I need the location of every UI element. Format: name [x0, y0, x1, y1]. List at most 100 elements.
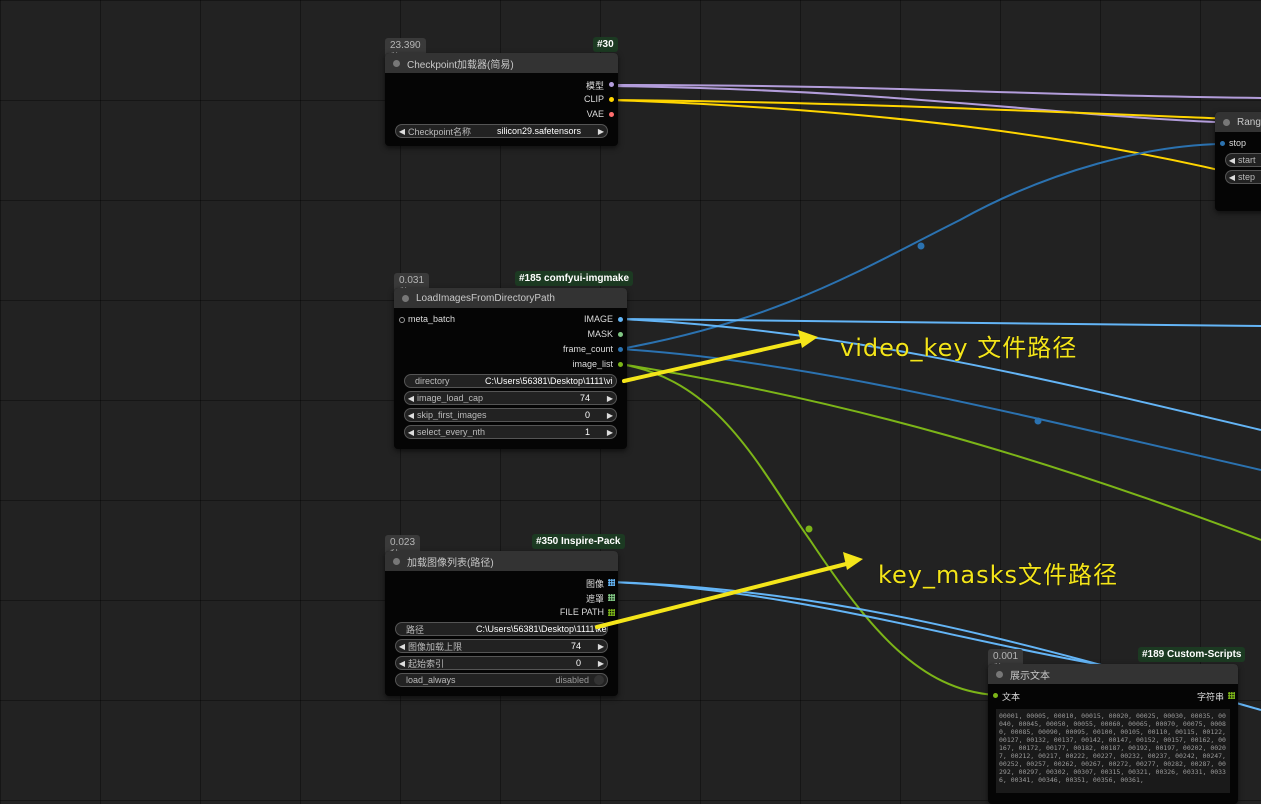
output-slot-icon[interactable]: [609, 97, 614, 102]
start-index-stepper[interactable]: ◀ 起始索引 0 ▶: [395, 656, 608, 670]
output-label: IMAGE: [583, 314, 613, 324]
collapse-dot-icon[interactable]: [996, 670, 1003, 678]
node-title-bar[interactable]: LoadImagesFromDirectoryPath: [394, 288, 627, 308]
io-row[interactable]: 文本 字符串: [988, 688, 1238, 703]
output-file-path[interactable]: FILE PATH: [385, 605, 618, 620]
widget-value: disabled: [555, 675, 589, 685]
toggle-knob-icon[interactable]: [594, 675, 604, 685]
wire-model: [610, 84, 1261, 99]
node-title-bar[interactable]: 加载图像列表(路径): [385, 551, 618, 571]
output-image-list[interactable]: image_list: [394, 357, 627, 372]
arrow-left-icon[interactable]: ◀: [405, 411, 417, 420]
arrow-left-icon[interactable]: ◀: [396, 659, 408, 668]
widget-label: 起始索引: [408, 658, 445, 669]
output-label: 模型: [585, 81, 604, 91]
node-title: 展示文本: [1010, 670, 1050, 682]
node-title: LoadImagesFromDirectoryPath: [416, 292, 555, 304]
list-slot-icon[interactable]: [608, 609, 615, 616]
wire-inspire-image-1: [610, 581, 1131, 671]
output-frame-count[interactable]: frame_count: [394, 342, 627, 357]
output-slot-icon[interactable]: [618, 317, 623, 322]
widget-value: 74: [579, 393, 590, 403]
output-label: CLIP: [583, 94, 604, 104]
start-widget[interactable]: ◀ start: [1225, 153, 1261, 167]
output-slot-icon[interactable]: [609, 82, 614, 87]
arrowhead-icon: [843, 552, 863, 570]
output-clip[interactable]: CLIP: [385, 92, 618, 107]
output-slot-icon[interactable]: [618, 332, 623, 337]
node-body: Checkpoint加载器(简易) 模型 CLIP VAE ◀ Checkpoi…: [385, 53, 618, 146]
output-label: MASK: [587, 329, 613, 339]
widget-label: 图像加载上限: [408, 641, 463, 652]
output-model[interactable]: 模型: [385, 77, 618, 92]
node-title-bar[interactable]: Checkpoint加载器(简易): [385, 53, 618, 73]
arrow-video-key: [622, 338, 807, 383]
collapse-dot-icon[interactable]: [1223, 118, 1230, 126]
output-mask[interactable]: MASK: [394, 327, 627, 342]
text-display[interactable]: 00001, 00005, 00010, 00015, 00020, 00025…: [996, 709, 1230, 793]
output-slot-icon[interactable]: [609, 112, 614, 117]
widget-value: 0: [584, 410, 590, 420]
arrow-right-icon[interactable]: ▶: [604, 394, 616, 403]
wire-frame-count-2: [619, 348, 1261, 471]
arrow-key-masks: [595, 561, 852, 629]
input-slot-icon[interactable]: [1220, 141, 1225, 146]
path-field[interactable]: 路径 C:\Users\56381\Desktop\1111\ke: [395, 622, 608, 636]
collapse-dot-icon[interactable]: [393, 557, 400, 565]
directory-field[interactable]: directory C:\Users\56381\Desktop\1111\vi: [404, 374, 617, 388]
widget-value: 0: [575, 658, 581, 668]
node-title-bar[interactable]: 展示文本: [988, 664, 1238, 684]
image-load-cap-stepper[interactable]: ◀ image_load_cap 74 ▶: [404, 391, 617, 405]
wire-image-list-1: [619, 363, 1261, 541]
widget-label: start: [1238, 155, 1256, 165]
image-load-cap-stepper[interactable]: ◀ 图像加载上限 74 ▶: [395, 639, 608, 653]
node-title-bar[interactable]: Rang: [1215, 112, 1261, 132]
list-slot-icon[interactable]: [608, 594, 615, 601]
output-slot-icon[interactable]: [618, 347, 623, 352]
widget-label: load_always: [406, 675, 456, 685]
collapse-dot-icon[interactable]: [402, 294, 409, 302]
widget-label: directory: [415, 376, 450, 386]
input-slot-icon[interactable]: [993, 693, 998, 698]
io-row[interactable]: meta_batch IMAGE: [394, 312, 627, 327]
output-mask[interactable]: 遮罩: [385, 590, 618, 605]
collapse-dot-icon[interactable]: [393, 59, 400, 67]
arrow-left-icon[interactable]: ◀: [1226, 156, 1238, 165]
arrow-right-icon[interactable]: ▶: [595, 127, 607, 136]
input-stop[interactable]: stop: [1215, 136, 1261, 151]
output-vae[interactable]: VAE: [385, 107, 618, 122]
arrow-left-icon[interactable]: ◀: [405, 428, 417, 437]
arrow-right-icon[interactable]: ▶: [604, 428, 616, 437]
output-label: 图像: [585, 579, 604, 589]
output-slot-icon[interactable]: [618, 362, 623, 367]
arrow-right-icon[interactable]: ▶: [595, 659, 607, 668]
wire-clip-1: [610, 99, 1261, 121]
load-always-toggle[interactable]: load_always disabled: [395, 673, 608, 687]
node-title: 加载图像列表(路径): [407, 557, 494, 569]
list-slot-icon[interactable]: [1228, 692, 1235, 699]
wire-midpoint: [917, 242, 925, 250]
node-body: Rang stop ◀ start ◀ step: [1215, 112, 1261, 211]
widget-label: step: [1238, 172, 1256, 182]
list-slot-icon[interactable]: [608, 579, 615, 586]
wire-midpoint: [1034, 417, 1042, 425]
skip-first-images-stepper[interactable]: ◀ skip_first_images 0 ▶: [404, 408, 617, 422]
arrow-left-icon[interactable]: ◀: [1226, 173, 1238, 182]
wire-clip-2: [610, 99, 1261, 181]
output-label: FILE PATH: [559, 607, 604, 617]
arrow-right-icon[interactable]: ▶: [604, 411, 616, 420]
wire-frame-count-stop: [619, 143, 1223, 350]
checkpoint-name-combo[interactable]: ◀ Checkpoint名称 silicon29.safetensors ▶: [395, 124, 608, 138]
widget-label: image_load_cap: [417, 393, 484, 403]
input-label: 文本: [1002, 692, 1021, 702]
input-slot-icon[interactable]: [399, 317, 405, 323]
step-widget[interactable]: ◀ step: [1225, 170, 1261, 184]
arrow-left-icon[interactable]: ◀: [405, 394, 417, 403]
select-every-nth-stepper[interactable]: ◀ select_every_nth 1 ▶: [404, 425, 617, 439]
node-title: Rang: [1237, 116, 1261, 128]
output-image[interactable]: 图像: [385, 575, 618, 590]
arrow-left-icon[interactable]: ◀: [396, 642, 408, 651]
arrow-right-icon[interactable]: ▶: [595, 642, 607, 651]
arrow-left-icon[interactable]: ◀: [396, 127, 408, 136]
widget-value: C:\Users\56381\Desktop\1111\vi: [485, 376, 613, 386]
